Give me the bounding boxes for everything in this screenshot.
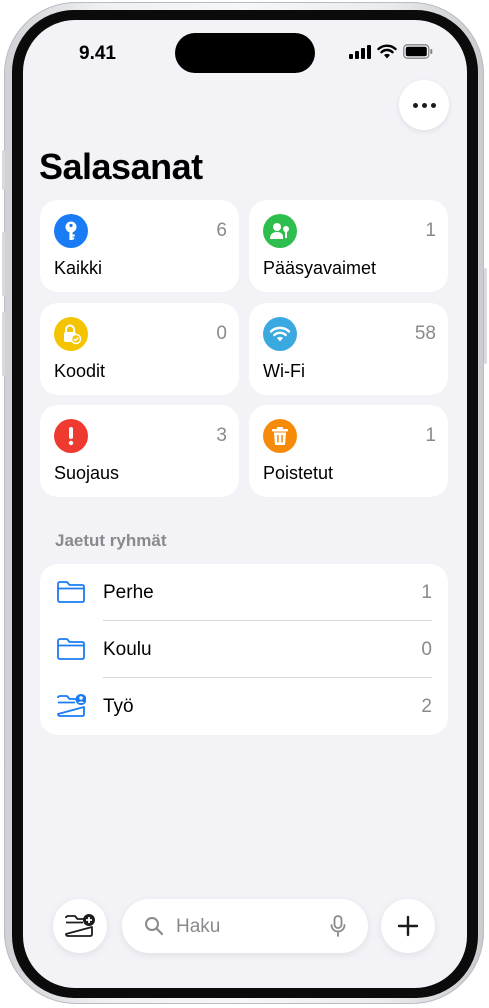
plus-icon [397,915,419,937]
section-header-shared-groups: Jaetut ryhmät [55,531,167,550]
tile-count: 0 [216,323,227,344]
volume-down-button [2,312,5,376]
more-options-button[interactable] [399,80,449,130]
group-name: Työ [103,696,134,717]
category-tile-wifi[interactable]: 58 Wi-Fi [249,303,448,395]
list-item-tyo[interactable]: Työ 2 [40,678,448,735]
passkey-icon [263,214,297,248]
group-count: 0 [421,639,432,660]
action-button [2,150,5,190]
folder-icon [57,638,85,660]
group-name: Koulu [103,639,152,660]
new-group-button[interactable] [53,899,107,953]
lock-check-icon [54,317,88,351]
volume-up-button [2,232,5,296]
cellular-signal-icon [349,44,371,59]
exclamation-icon [54,419,88,453]
tile-count: 6 [216,220,227,241]
tile-count: 58 [414,323,436,344]
tile-label: Koodit [54,361,106,381]
search-input[interactable] [174,913,318,941]
tile-label: Suojaus [54,463,120,483]
tile-label: Wi-Fi [263,361,305,381]
category-tile-codes[interactable]: 0 Koodit [40,303,239,395]
category-tile-security[interactable]: 3 Suojaus [40,405,239,497]
list-item-perhe[interactable]: Perhe 1 [40,564,448,621]
key-icon [54,214,88,248]
folder-icon [57,581,85,603]
microphone-icon[interactable] [330,915,346,937]
tile-count: 3 [216,425,227,446]
group-count: 1 [421,582,432,603]
wifi-status-icon [377,44,397,59]
group-count: 2 [421,696,432,717]
tile-label: Kaikki [54,258,103,278]
tile-label: Poistetut [263,463,334,483]
group-name: Perhe [103,582,154,603]
shared-groups-list: Perhe 1 Koulu 0 Työ 2 [40,564,448,735]
tile-count: 1 [425,425,436,446]
screen: 9.41 Salasanat 6 Kaikki 1 Pääsyavaimet 0… [23,20,467,988]
more-dot-icon [430,102,436,108]
tile-count: 1 [425,220,436,241]
category-tile-all[interactable]: 6 Kaikki [40,200,239,292]
more-dot-icon [421,102,427,108]
add-button[interactable] [381,899,435,953]
page-title: Salasanat [39,146,203,187]
side-button [484,268,487,364]
list-item-koulu[interactable]: Koulu 0 [40,621,448,678]
trash-icon [263,419,297,453]
status-icons [349,44,433,59]
dynamic-island [175,33,315,73]
tile-label: Pääsyavaimet [263,258,377,278]
search-icon [145,917,164,936]
category-tile-deleted[interactable]: 1 Poistetut [249,405,448,497]
status-time: 9.41 [79,43,116,64]
wifi-icon [263,317,297,351]
battery-icon [403,44,433,59]
search-field[interactable] [122,899,368,953]
more-dot-icon [412,102,418,108]
category-tile-passkeys[interactable]: 1 Pääsyavaimet [249,200,448,292]
shared-folder-icon [57,694,86,717]
folder-add-icon [65,914,95,937]
